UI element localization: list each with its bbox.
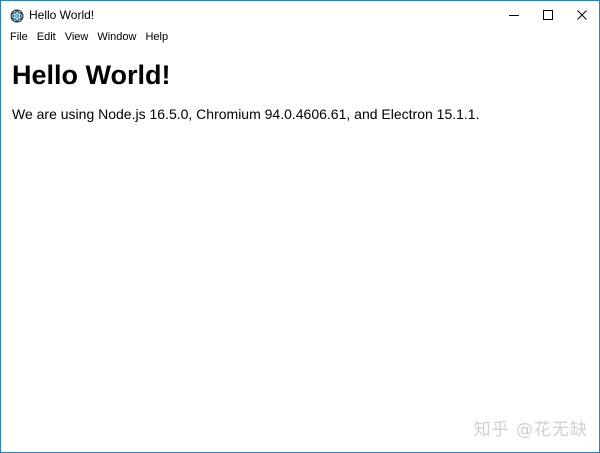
minimize-button[interactable] bbox=[497, 1, 531, 31]
page-heading: Hello World! bbox=[12, 60, 171, 90]
electron-logo-icon bbox=[10, 9, 24, 23]
version-info-text: We are using Node.js 16.5.0, Chromium 94… bbox=[12, 106, 480, 122]
watermark: 知乎 @花无缺 bbox=[473, 420, 588, 440]
maximize-icon bbox=[543, 7, 553, 25]
close-icon bbox=[577, 7, 587, 25]
menu-view[interactable]: View bbox=[60, 29, 93, 45]
window-controls bbox=[497, 1, 599, 31]
title-bar[interactable]: Hello World! bbox=[1, 1, 599, 31]
menu-edit[interactable]: Edit bbox=[32, 29, 60, 45]
menu-help[interactable]: Help bbox=[140, 29, 172, 45]
app-window: Hello World! File Edit View Window Help … bbox=[0, 0, 600, 453]
maximize-button[interactable] bbox=[531, 1, 565, 31]
menu-window[interactable]: Window bbox=[92, 29, 140, 45]
close-button[interactable] bbox=[565, 1, 599, 31]
menu-bar: File Edit View Window Help bbox=[1, 28, 599, 46]
minimize-icon bbox=[509, 7, 519, 25]
menu-file[interactable]: File bbox=[1, 29, 32, 45]
page-content: Hello World! We are using Node.js 16.5.0… bbox=[1, 49, 599, 452]
window-title: Hello World! bbox=[29, 8, 95, 22]
